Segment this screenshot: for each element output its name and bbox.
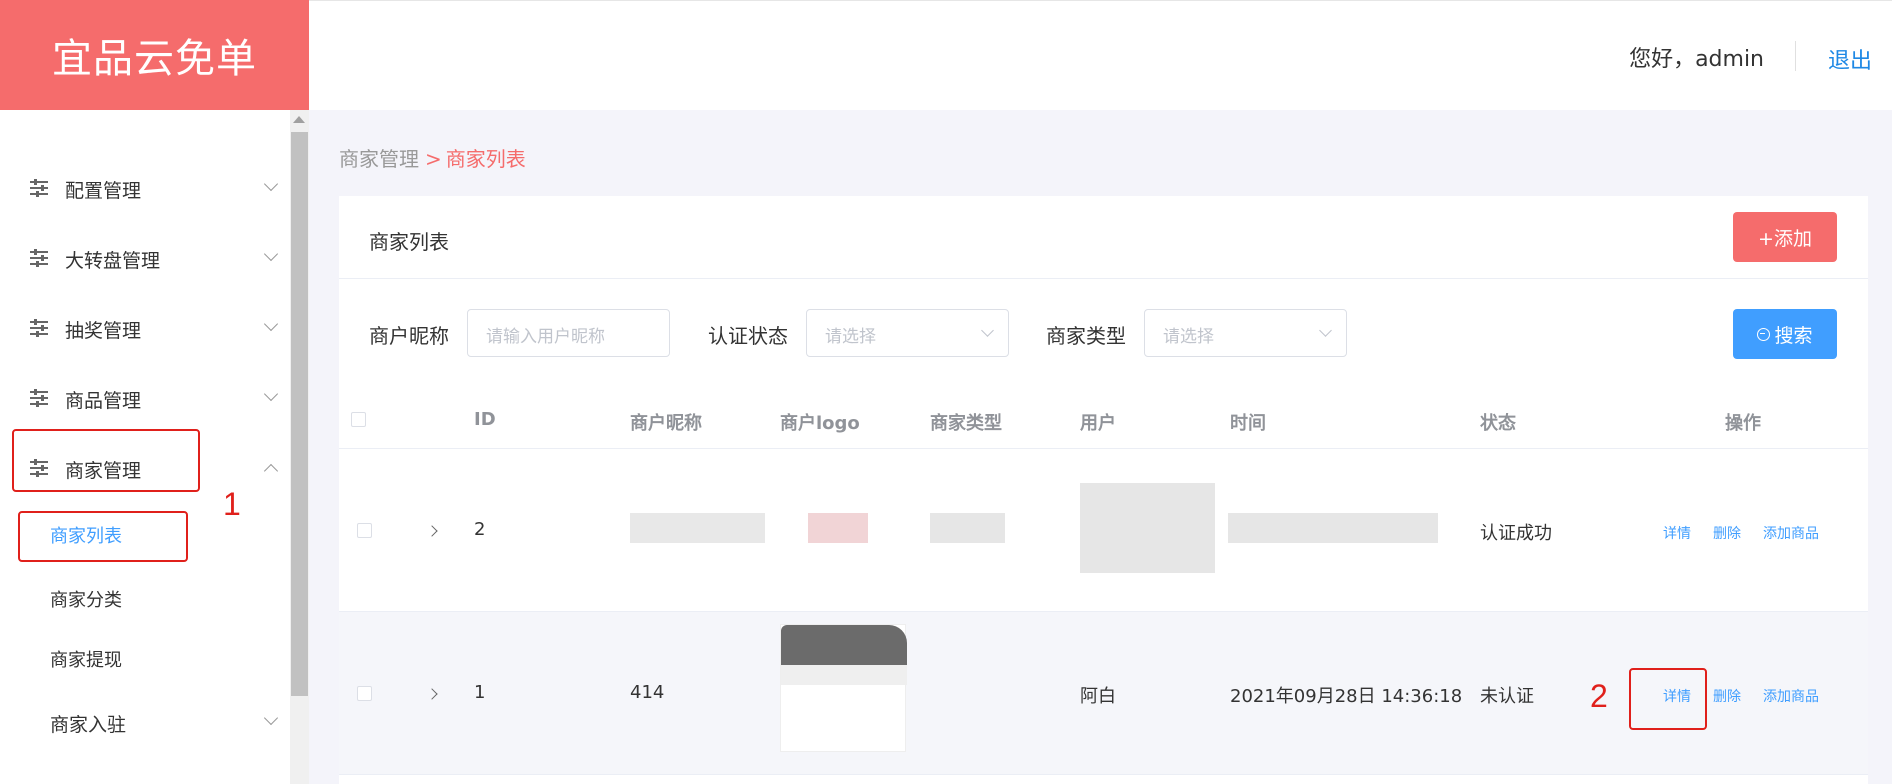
breadcrumb-parent[interactable]: 商家管理 [339, 147, 419, 171]
annotation-box-merchant-list [18, 511, 188, 562]
sidebar-subitem-merchant-category[interactable]: 商家分类 [50, 586, 122, 612]
chevron-down-icon [263, 710, 279, 726]
column-header-id: ID [474, 409, 496, 430]
nickname-placeholder: 请输入用户昵称 [486, 327, 605, 347]
row-checkbox[interactable] [357, 523, 372, 538]
auth-status-placeholder: 请选择 [825, 327, 876, 347]
redacted-user-avatar [1080, 483, 1215, 573]
detail-link[interactable]: 详情 [1663, 523, 1691, 543]
table-row: 2 认证成功 详情 删除 添加商品 [339, 449, 1868, 611]
sidebar-item-label: 大转盘管理 [65, 250, 161, 272]
chevron-down-icon [981, 324, 994, 337]
cell-id: 2 [474, 519, 486, 540]
cell-id: 1 [474, 682, 486, 703]
column-header-time: 时间 [1230, 413, 1266, 434]
merchant-logo-image [780, 624, 907, 752]
redacted-type [930, 513, 1005, 543]
scrollbar-thumb[interactable] [291, 132, 308, 696]
sidebar-scrollbar[interactable] [290, 110, 309, 784]
annotation-box-detail [1629, 668, 1707, 730]
chevron-down-icon [263, 386, 279, 402]
merchant-type-filter-label: 商家类型 [1046, 324, 1126, 348]
cell-time: 2021年09月28日 14:36:18 [1230, 686, 1463, 707]
merchant-type-placeholder: 请选择 [1163, 327, 1214, 347]
annotation-marker-1: 1 [223, 486, 241, 522]
header-divider [1795, 41, 1796, 71]
nickname-search-input[interactable]: 请输入用户昵称 [467, 309, 670, 357]
redacted-nickname [630, 513, 765, 543]
expand-row-icon[interactable] [426, 525, 438, 537]
expand-row-icon[interactable] [426, 688, 438, 700]
annotation-marker-2: 2 [1590, 678, 1608, 714]
breadcrumb-current: 商家列表 [445, 147, 526, 171]
sidebar-item-wheel[interactable]: 大转盘管理 [0, 238, 290, 278]
card-divider [339, 278, 1868, 279]
chevron-down-icon [263, 176, 279, 192]
logout-link[interactable]: 退出 [1828, 43, 1872, 75]
top-bar: 您好，admin 退出 [309, 0, 1892, 110]
auth-status-select[interactable]: 请选择 [806, 309, 1009, 357]
delete-link[interactable]: 删除 [1713, 523, 1741, 543]
row-checkbox[interactable] [357, 686, 372, 701]
add-button[interactable]: +添加 [1733, 212, 1837, 262]
column-header-nickname: 商户昵称 [630, 413, 702, 434]
chevron-down-icon [263, 246, 279, 262]
chevron-up-icon [263, 463, 279, 479]
delete-link[interactable]: 删除 [1713, 686, 1741, 706]
row-divider [339, 774, 1868, 775]
chevron-down-icon [263, 316, 279, 332]
sidebar-item-config[interactable]: 配置管理 [0, 168, 290, 208]
annotation-box-merchant-menu [12, 429, 200, 492]
greeting-text: 您好，admin [1629, 47, 1764, 72]
scroll-up-arrow-icon[interactable] [293, 116, 305, 123]
cell-nickname: 414 [630, 682, 665, 703]
breadcrumb-separator-icon: > [425, 147, 442, 171]
sliders-icon [30, 179, 48, 197]
sidebar-item-label: 抽奖管理 [65, 320, 142, 342]
search-button[interactable]: 搜索 [1733, 309, 1837, 359]
cell-user: 阿白 [1080, 686, 1116, 707]
card-title: 商家列表 [369, 230, 449, 254]
sliders-icon [30, 389, 48, 407]
search-icon [1757, 327, 1771, 341]
merchant-type-select[interactable]: 请选择 [1144, 309, 1347, 357]
cell-status: 未认证 [1480, 686, 1534, 707]
add-goods-link[interactable]: 添加商品 [1763, 523, 1819, 543]
search-button-label: 搜索 [1774, 324, 1813, 347]
column-header-logo: 商户logo [780, 413, 860, 434]
redacted-time [1228, 513, 1438, 543]
chevron-down-icon [1319, 324, 1332, 337]
column-header-type: 商家类型 [930, 413, 1002, 434]
sliders-icon [30, 319, 48, 337]
sidebar-item-lottery[interactable]: 抽奖管理 [0, 308, 290, 348]
sidebar-subitem-merchant-withdraw[interactable]: 商家提现 [50, 646, 122, 672]
app-logo: 宜品云免单 [0, 0, 309, 110]
sidebar-item-label: 商品管理 [65, 390, 142, 412]
cell-status: 认证成功 [1480, 523, 1552, 544]
column-header-status: 状态 [1480, 413, 1516, 434]
nickname-filter-label: 商户昵称 [369, 324, 449, 348]
sidebar-item-merchant-join[interactable]: 商家入驻 [0, 702, 290, 742]
column-header-user: 用户 [1080, 413, 1116, 434]
sidebar-item-goods[interactable]: 商品管理 [0, 378, 290, 418]
sidebar-item-label: 商家入驻 [50, 714, 127, 736]
sidebar-item-label: 配置管理 [65, 180, 142, 202]
breadcrumb: 商家管理 > 商家列表 [339, 143, 526, 172]
sliders-icon [30, 249, 48, 267]
add-goods-link[interactable]: 添加商品 [1763, 686, 1819, 706]
column-header-actions: 操作 [1725, 413, 1761, 434]
redacted-logo-image [808, 513, 868, 543]
auth-status-filter-label: 认证状态 [708, 324, 788, 348]
select-all-checkbox[interactable] [351, 412, 366, 427]
